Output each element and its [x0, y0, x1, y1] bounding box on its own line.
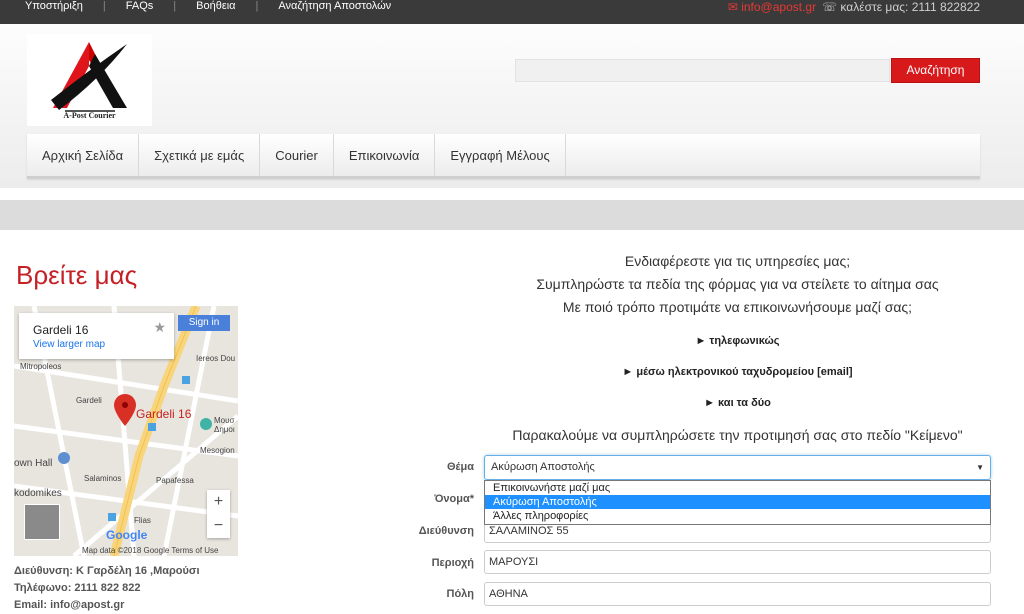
chevron-down-icon: ▼ — [976, 463, 984, 472]
address-label: Διεύθυνση — [418, 525, 474, 537]
map-label: Salaminos — [84, 474, 122, 483]
top-link-support[interactable]: Υποστήριξη — [25, 0, 83, 12]
area-field[interactable]: ΜΑΡΟΥΣΙ — [484, 550, 991, 574]
map-label: Μουσ Δημοι — [214, 416, 235, 434]
subject-label: Θέμα — [446, 461, 474, 473]
top-phone: ☏ καλέστε μας: 2111 822822 — [822, 0, 980, 14]
top-link-tracking[interactable]: Αναζήτηση Αποστολών — [278, 0, 391, 12]
nav-item-register[interactable]: Εγγραφή Μέλους — [435, 134, 566, 176]
map-signin-button[interactable]: Sign in — [178, 315, 230, 331]
nav-item-courier[interactable]: Courier — [260, 134, 334, 176]
top-contact: ✉ info@apost.gr ☏ καλέστε μας: 2111 8228… — [728, 0, 980, 14]
map-info-card: Gardeli 16 View larger map ★ — [19, 313, 174, 359]
option-both: ► και τα δύο — [704, 397, 771, 409]
embedded-map[interactable]: Mitropoleos Iereos Dou Gardeli Μουσ Δημο… — [14, 306, 238, 556]
top-link-faqs[interactable]: FAQs — [126, 0, 154, 12]
view-larger-map-link[interactable]: View larger map — [33, 339, 105, 350]
top-email-link[interactable]: ✉ info@apost.gr — [728, 0, 816, 14]
top-link-separator: | — [255, 0, 259, 12]
star-icon[interactable]: ★ — [153, 319, 166, 336]
form-intro-line: Ενδιαφέρεστε για τις υπηρεσίες μας; — [624, 253, 851, 269]
map-label: Mitropoleos — [20, 362, 62, 371]
nav-item-home[interactable]: Αρχική Σελίδα — [27, 134, 140, 176]
map-card-title: Gardeli 16 — [33, 323, 89, 337]
map-label: Flias — [134, 516, 151, 525]
subject-select-value: Ακύρωση Αποστολής — [491, 461, 595, 473]
subject-select[interactable]: Ακύρωση Αποστολής ▼ — [484, 455, 991, 480]
map-label: Gardeli — [76, 396, 102, 405]
site-logo[interactable]: A-Post Courier — [27, 34, 152, 126]
zoom-out-button[interactable]: − — [207, 514, 230, 538]
street-view-thumbnail[interactable] — [24, 504, 60, 540]
map-label: kodomikes — [14, 488, 62, 499]
divider-strip — [0, 200, 1024, 230]
subject-option[interactable]: Επικοινωνήστε μαζί μας — [485, 481, 990, 495]
map-label: Papafessa — [156, 476, 194, 485]
map-label: own Hall — [14, 458, 53, 469]
contact-info: Διεύθυνση: Κ Γαρδέλη 16 ,Μαρούσι Τηλέφων… — [14, 563, 200, 614]
option-phone: ► τηλεφωνικώς — [695, 335, 780, 347]
top-links: Υποστήριξη | FAQs | Βοήθεια | Αναζήτηση … — [25, 0, 411, 12]
zoom-in-button[interactable]: + — [207, 490, 230, 514]
logo-mark-icon — [51, 42, 127, 112]
top-link-help[interactable]: Βοήθεια — [196, 0, 235, 12]
subject-option[interactable]: Άλλες πληροφορίες — [485, 509, 990, 523]
name-label: Όνομα* — [434, 493, 474, 505]
map-label: Iereos Dou — [196, 354, 236, 363]
site-header: A-Post Courier Αναζήτηση Αρχική Σελίδα Σ… — [0, 24, 1024, 188]
city-field[interactable]: ΑΘΗΝΑ — [484, 582, 991, 606]
top-link-separator: | — [102, 0, 106, 12]
nav-item-contact[interactable]: Επικοινωνία — [334, 134, 436, 176]
map-footer: Map data ©2018 Google Terms of Use — [82, 546, 219, 555]
main-nav: Αρχική Σελίδα Σχετικά με εμάς Courier Επ… — [27, 134, 980, 179]
form-intro-line: Με ποιό τρόπο προτιμάτε να επικοινωνήσου… — [562, 299, 913, 315]
contact-phone: Τηλέφωνο: 2111 822 822 — [14, 582, 141, 594]
map-pin-label: Gardeli 16 — [136, 407, 192, 421]
subject-option-selected[interactable]: Ακύρωση Αποστολής — [485, 495, 990, 509]
map-label: Mesogion — [200, 446, 235, 455]
option-email: ► μέσω ηλεκτρονικού ταχυδρομείου [email] — [622, 366, 853, 378]
contact-address: Διεύθυνση: Κ Γαρδέλη 16 ,Μαρούσι — [14, 565, 200, 577]
find-us-title: Βρείτε μας — [16, 260, 138, 290]
search-button[interactable]: Αναζήτηση — [891, 58, 980, 83]
google-logo: Google — [106, 528, 148, 542]
subject-dropdown: Επικοινωνήστε μαζί μας Ακύρωση Αποστολής… — [484, 480, 991, 525]
area-label: Περιοχή — [431, 557, 474, 569]
form-intro: Ενδιαφέρεστε για τις υπηρεσίες μας; Συμπ… — [480, 250, 995, 319]
top-link-separator: | — [173, 0, 177, 12]
form-notice: Παρακαλούμε να συμπληρώσετε την προτιμησ… — [512, 427, 963, 443]
nav-item-about[interactable]: Σχετικά με εμάς — [139, 134, 261, 176]
map-zoom-control: + − — [207, 490, 230, 538]
contact-email: Email: info@apost.gr — [14, 599, 125, 611]
top-bar: Υποστήριξη | FAQs | Βοήθεια | Αναζήτηση … — [0, 0, 1024, 24]
logo-text: A-Post Courier — [63, 111, 116, 120]
search-input[interactable] — [515, 59, 890, 82]
city-label: Πόλη — [446, 588, 475, 600]
form-intro-line: Συμπληρώστε τα πεδία της φόρμας για να σ… — [536, 276, 939, 292]
